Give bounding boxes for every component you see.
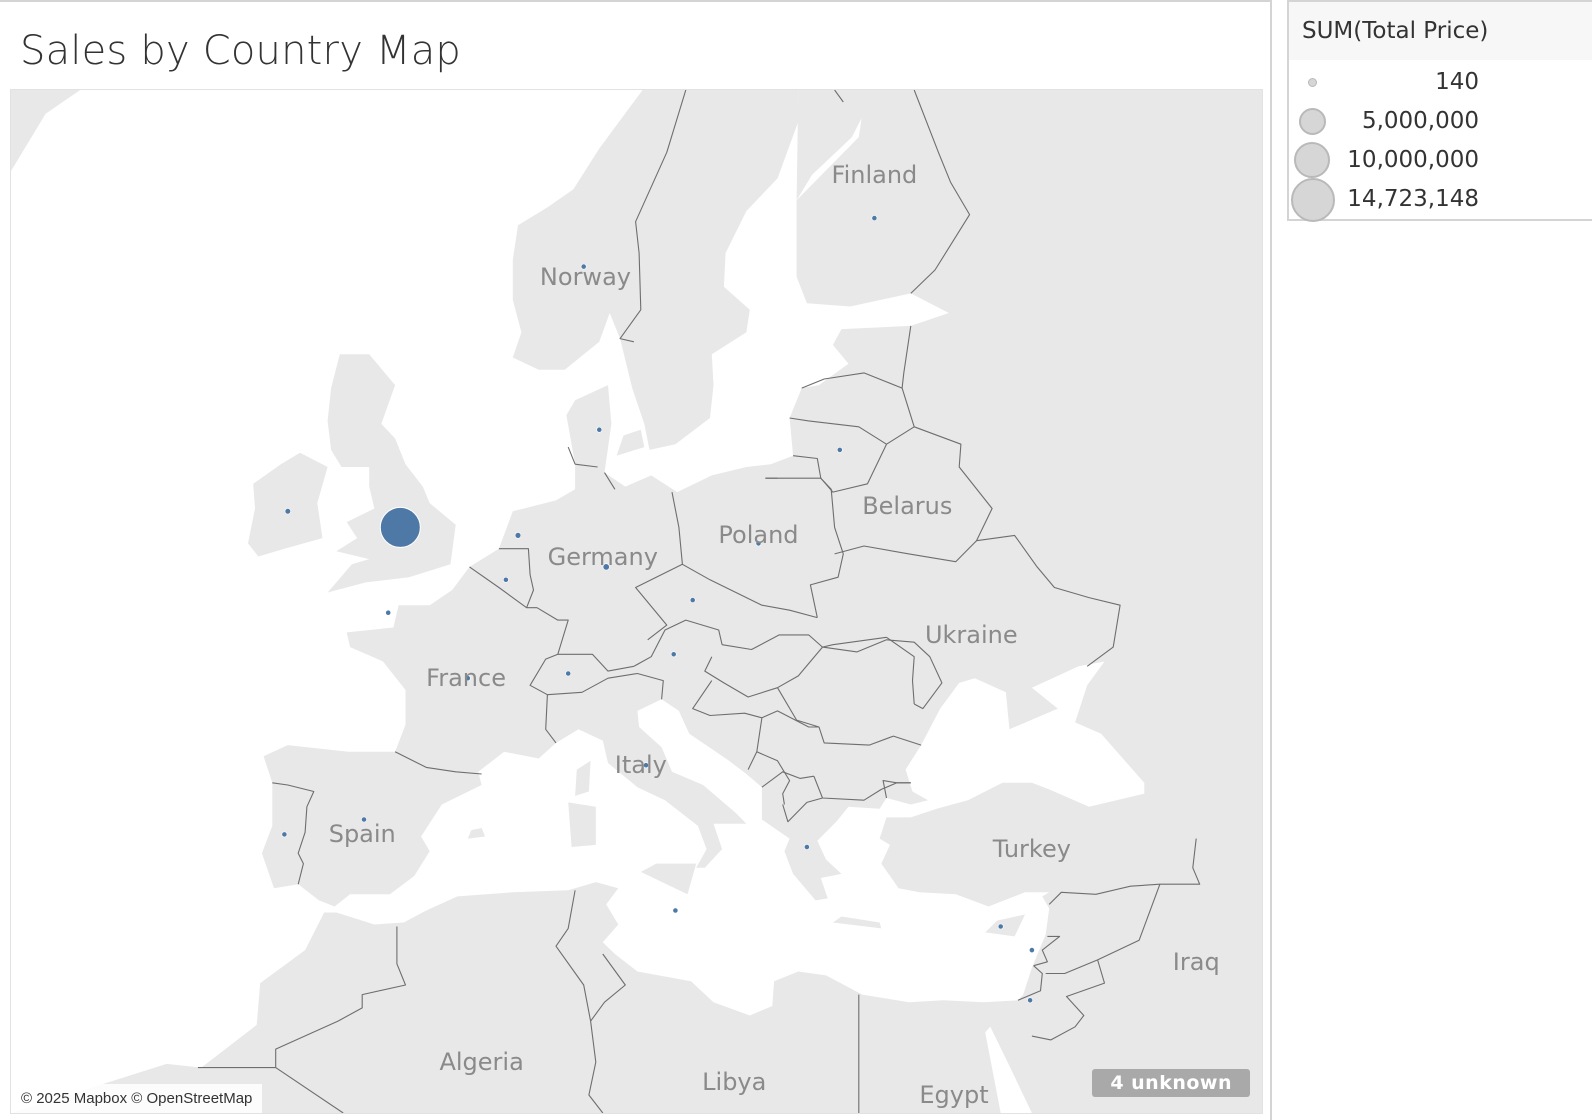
iceland-edge xyxy=(11,90,81,171)
size-circle-icon xyxy=(1291,178,1335,222)
legend-value: 140 xyxy=(1435,69,1479,95)
land-layer xyxy=(11,90,1262,1113)
corsica-island xyxy=(575,760,591,796)
map-attribution[interactable]: © 2025 Mapbox © OpenStreetMap xyxy=(11,1084,263,1113)
crete-island xyxy=(832,916,882,929)
sales-mark[interactable] xyxy=(689,597,696,603)
sales-mark[interactable] xyxy=(385,609,392,616)
country-label: Poland xyxy=(718,521,799,550)
country-label: Italy xyxy=(614,751,667,780)
sales-mark[interactable] xyxy=(871,215,878,222)
legend-value: 10,000,000 xyxy=(1347,147,1479,173)
sales-mark[interactable] xyxy=(502,576,509,583)
country-label: France xyxy=(426,664,506,693)
sales-mark[interactable] xyxy=(596,426,603,433)
size-legend[interactable]: SUM(Total Price) 140 5,000,000 10,000,00… xyxy=(1287,0,1592,222)
great-britain xyxy=(327,354,456,593)
size-circle-icon xyxy=(1308,78,1317,87)
legend-value: 14,723,148 xyxy=(1347,186,1479,212)
mallorca-island xyxy=(467,828,486,839)
sales-mark[interactable] xyxy=(997,923,1004,930)
country-label: Iraq xyxy=(1172,947,1220,976)
sales-mark[interactable] xyxy=(514,532,522,539)
pane-divider xyxy=(1272,0,1287,1120)
country-label: Algeria xyxy=(439,1048,524,1077)
sales-mark[interactable] xyxy=(672,907,679,914)
legend-row[interactable]: 10,000,000 xyxy=(1289,141,1479,179)
sales-mark[interactable] xyxy=(1029,947,1035,953)
country-label: Ukraine xyxy=(924,620,1018,649)
country-label: Germany xyxy=(547,542,658,571)
country-label: Finland xyxy=(831,160,918,189)
sardinia-island xyxy=(568,802,596,847)
sales-mark[interactable] xyxy=(284,508,291,515)
cyprus-island xyxy=(985,914,1025,937)
size-circle-icon xyxy=(1294,142,1330,178)
sales-mark[interactable] xyxy=(379,506,421,548)
basemap xyxy=(11,90,1262,1113)
country-label: Belarus xyxy=(862,491,953,520)
unknown-indicator[interactable]: 4 unknown xyxy=(1092,1069,1250,1097)
country-label: Spain xyxy=(328,820,396,849)
sicily-island xyxy=(640,863,697,895)
north-africa-middle-east xyxy=(11,782,1262,1113)
legend-value: 5,000,000 xyxy=(1361,108,1479,134)
ireland xyxy=(248,452,328,557)
zealand-island xyxy=(616,429,645,456)
legend-row[interactable]: 5,000,000 xyxy=(1289,102,1479,140)
size-circle-icon xyxy=(1299,108,1326,135)
country-label: Libya xyxy=(702,1068,767,1097)
page-title: Sales by Country Map xyxy=(20,28,461,74)
sales-mark[interactable] xyxy=(804,844,810,850)
viz-pane: Sales by Country Map Finland Norway Belaru… xyxy=(0,0,1272,1120)
country-label: Turkey xyxy=(992,835,1071,864)
country-label: Egypt xyxy=(919,1080,989,1109)
sales-mark[interactable] xyxy=(281,831,288,838)
sales-mark[interactable] xyxy=(565,670,572,677)
country-label: Norway xyxy=(539,262,631,291)
sales-mark[interactable] xyxy=(1027,997,1033,1004)
sales-mark[interactable] xyxy=(670,651,677,658)
legend-row[interactable]: 14,723,148 xyxy=(1289,178,1479,222)
legend-title: SUM(Total Price) xyxy=(1289,2,1592,60)
map-view[interactable]: Finland Norway Belarus Poland Germany Ukraine… xyxy=(10,89,1263,1114)
legend-row[interactable]: 140 xyxy=(1289,63,1479,101)
sales-mark[interactable] xyxy=(836,446,843,453)
